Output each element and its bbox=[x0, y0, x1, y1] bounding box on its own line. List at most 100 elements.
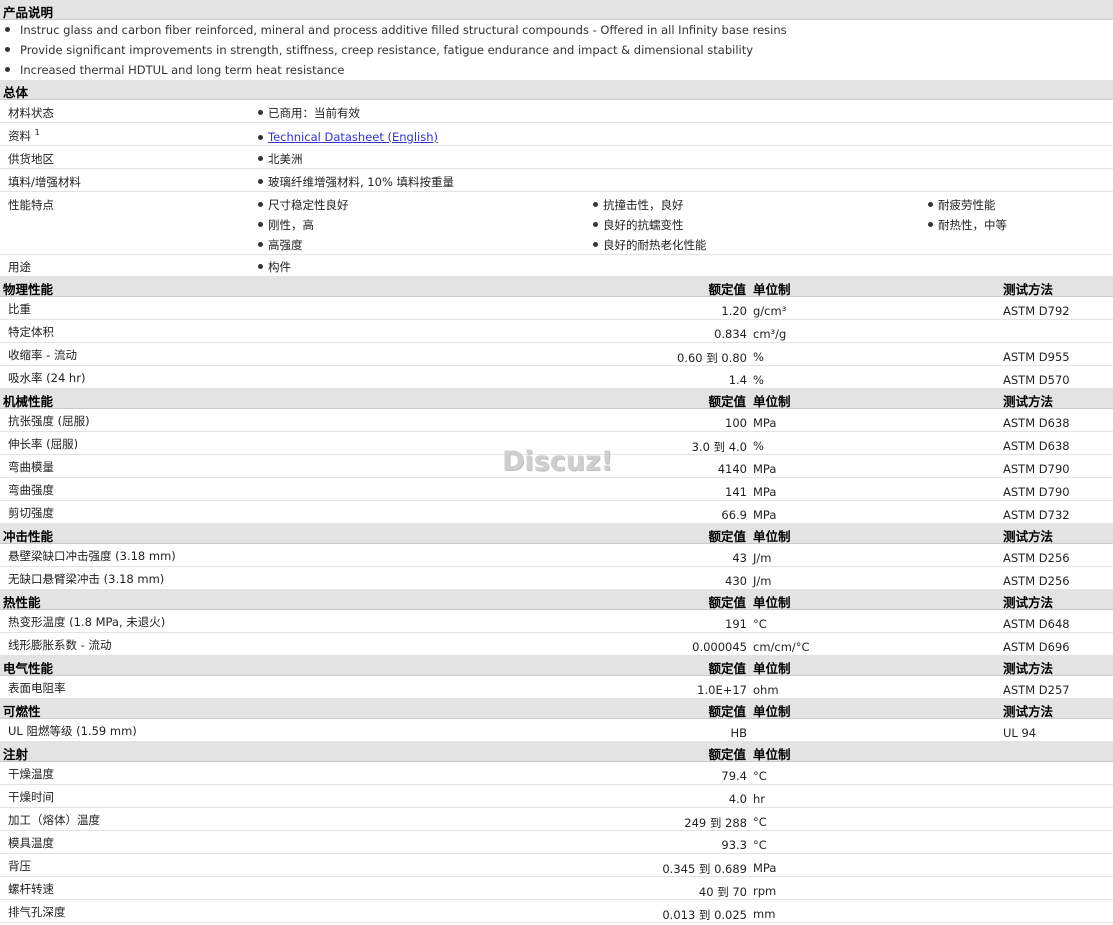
property-value: 100 bbox=[725, 416, 747, 430]
table-row: 加工（熔体）温度 249 到 288 °C bbox=[0, 808, 1113, 831]
bullet-icon bbox=[593, 242, 598, 247]
section-header: 冲击性能 额定值 单位制 测试方法 bbox=[0, 524, 1113, 544]
table-row: 线形膨胀系数 - 流动 0.000045 cm/cm/°C ASTM D696 bbox=[0, 633, 1113, 656]
property-method: ASTM D955 bbox=[1003, 350, 1070, 364]
table-row: 模具温度 93.3 °C bbox=[0, 831, 1113, 854]
section-title: 机械性能 bbox=[3, 394, 54, 409]
property-label: 弯曲模量 bbox=[8, 460, 54, 474]
property-value: 0.60 到 0.80 bbox=[676, 351, 747, 365]
section-title: 注射 bbox=[3, 747, 29, 762]
property-method: ASTM D648 bbox=[1003, 617, 1070, 631]
bullet-icon bbox=[928, 202, 933, 207]
table-row: 无缺口悬臂梁冲击 (3.18 mm) 430 J/m ASTM D256 bbox=[0, 567, 1113, 590]
column-header-unit: 单位制 bbox=[753, 529, 791, 544]
property-label: 弯曲强度 bbox=[8, 483, 54, 497]
property-unit: mm bbox=[753, 907, 776, 921]
section-header: 机械性能 额定值 单位制 测试方法 bbox=[0, 389, 1113, 409]
bullet-icon bbox=[928, 222, 933, 227]
table-row: 比重 1.20 g/cm³ ASTM D792 bbox=[0, 297, 1113, 320]
property-value: 249 到 288 bbox=[684, 816, 747, 830]
column-header-unit: 单位制 bbox=[753, 747, 791, 762]
table-row: 背压 0.345 到 0.689 MPa bbox=[0, 854, 1113, 877]
property-unit: % bbox=[753, 439, 764, 453]
table-row: 干燥温度 79.4 °C bbox=[0, 762, 1113, 785]
property-unit: °C bbox=[753, 769, 767, 783]
property-method: ASTM D790 bbox=[1003, 462, 1070, 476]
property-method: ASTM D570 bbox=[1003, 373, 1070, 387]
property-value: 1.20 bbox=[721, 304, 747, 318]
general-row-status: 材料状态 已商用：当前有效 bbox=[0, 100, 1113, 123]
section-title: 热性能 bbox=[3, 595, 41, 610]
property-method: ASTM D638 bbox=[1003, 416, 1070, 430]
property-unit: % bbox=[753, 350, 764, 364]
section-title: 电气性能 bbox=[3, 661, 54, 676]
table-row: 干燥时间 4.0 hr bbox=[0, 785, 1113, 808]
bullet-icon bbox=[258, 242, 263, 247]
table-row: 吸水率 (24 hr) 1.4% ASTM D570 bbox=[0, 366, 1113, 389]
property-value: 141 bbox=[725, 485, 747, 499]
property-value: 0.834 bbox=[714, 327, 747, 341]
property-value: 93.3 bbox=[721, 838, 747, 852]
section-header: 注射 额定值 单位制 bbox=[0, 742, 1113, 762]
table-row: 特定体积 0.834 cm³/g bbox=[0, 320, 1113, 343]
table-row: 悬壁梁缺口冲击强度 (3.18 mm) 43 J/m ASTM D256 bbox=[0, 544, 1113, 567]
bullet-icon bbox=[258, 264, 263, 269]
property-method: ASTM D638 bbox=[1003, 439, 1070, 453]
column-header-method: 测试方法 bbox=[1003, 704, 1054, 719]
watermark-text: Discuz! bbox=[502, 446, 613, 477]
column-header-value: 额定值 bbox=[708, 595, 746, 610]
property-method: ASTM D257 bbox=[1003, 683, 1070, 697]
bullet-icon bbox=[593, 202, 598, 207]
property-label: 干燥时间 bbox=[8, 790, 54, 804]
property-label: 悬壁梁缺口冲击强度 (3.18 mm) bbox=[8, 549, 176, 563]
section-header: 热性能 额定值 单位制 测试方法 bbox=[0, 590, 1113, 610]
description-item: Increased thermal HDTUL and long term he… bbox=[0, 60, 1113, 80]
bullet-icon bbox=[258, 156, 263, 161]
property-unit: hr bbox=[753, 792, 766, 806]
property-unit: MPa bbox=[753, 462, 777, 476]
column-header-value: 额定值 bbox=[708, 704, 746, 719]
description-list: Instruc glass and carbon fiber reinforce… bbox=[0, 20, 1113, 80]
property-unit: MPa bbox=[753, 485, 777, 499]
property-value: 191 bbox=[725, 617, 747, 631]
column-header-value: 额定值 bbox=[708, 529, 746, 544]
column-header-method: 测试方法 bbox=[1003, 529, 1054, 544]
bullet-icon bbox=[258, 110, 263, 115]
bullet-icon bbox=[5, 67, 10, 72]
property-value: 0.013 到 0.025 bbox=[662, 908, 747, 922]
table-row: 剪切强度 66.9 MPa ASTM D732 bbox=[0, 501, 1113, 524]
property-label: 收缩率 - 流动 bbox=[8, 348, 77, 362]
property-label: 线形膨胀系数 - 流动 bbox=[8, 638, 112, 652]
property-label: 吸水率 (24 hr) bbox=[8, 371, 86, 385]
section-title: 产品说明 bbox=[3, 5, 54, 20]
property-unit: MPa bbox=[753, 861, 777, 875]
table-row: 收缩率 - 流动 0.60 到 0.80% ASTM D955 bbox=[0, 343, 1113, 366]
table-row: 螺杆转速 40 到 70 rpm bbox=[0, 877, 1113, 900]
property-unit: % bbox=[753, 373, 764, 387]
table-row: 表面电阻率 1.0E+17 ohm ASTM D257 bbox=[0, 676, 1113, 699]
property-label: 螺杆转速 bbox=[8, 882, 54, 896]
property-unit: ohm bbox=[753, 683, 779, 697]
bullet-icon bbox=[258, 222, 263, 227]
bullet-icon bbox=[258, 202, 263, 207]
section-header: 可燃性 额定值 单位制 测试方法 bbox=[0, 699, 1113, 719]
property-unit: MPa bbox=[753, 416, 777, 430]
property-label: 特定体积 bbox=[8, 325, 54, 339]
bullet-icon bbox=[258, 179, 263, 184]
section-title: 可燃性 bbox=[3, 704, 41, 719]
property-method: ASTM D256 bbox=[1003, 551, 1070, 565]
property-label: 背压 bbox=[8, 859, 31, 873]
table-row: 排气孔深度 0.013 到 0.025 mm bbox=[0, 900, 1113, 923]
property-value: 43 bbox=[732, 551, 747, 565]
general-row-filler: 填料/增强材料 玻璃纤维增强材料, 10% 填料按重量 bbox=[0, 169, 1113, 192]
property-unit: MPa bbox=[753, 508, 777, 522]
column-header-unit: 单位制 bbox=[753, 394, 791, 409]
property-value: 4.0 bbox=[728, 792, 747, 806]
technical-datasheet-link[interactable]: Technical Datasheet (English) bbox=[268, 130, 438, 144]
property-unit: °C bbox=[753, 838, 767, 852]
property-method: ASTM D696 bbox=[1003, 640, 1070, 654]
property-label: 干燥温度 bbox=[8, 767, 54, 781]
property-label: 剪切强度 bbox=[8, 506, 54, 520]
property-unit: g/cm³ bbox=[753, 304, 787, 318]
property-label: 模具温度 bbox=[8, 836, 54, 850]
